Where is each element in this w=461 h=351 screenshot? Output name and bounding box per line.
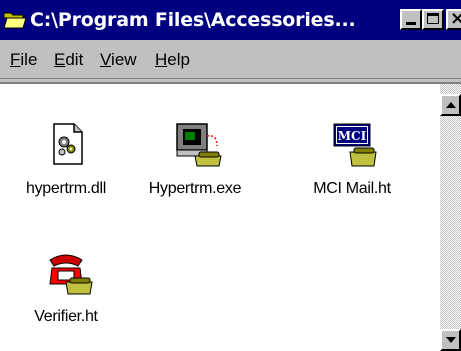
scroll-up-button[interactable] (440, 94, 461, 116)
file-list-pane[interactable]: hypertrm.dll Hypertrm.exe MCI MCI Mail.h… (0, 82, 461, 351)
file-name: MCI Mail.ht (313, 180, 391, 197)
close-icon: × (450, 8, 461, 29)
svg-text:MCI: MCI (338, 129, 367, 143)
file-name: Verifier.ht (34, 308, 98, 325)
menu-help[interactable]: Help (155, 50, 190, 70)
red-telephone-connection-icon (46, 250, 93, 295)
file-item-mci-mail[interactable]: MCI MCI Mail.ht (292, 122, 412, 212)
menu-file[interactable]: File (10, 50, 37, 70)
arrow-down-icon (446, 337, 456, 343)
maximize-icon (427, 13, 439, 24)
vertical-scrollbar[interactable] (440, 84, 461, 351)
minimize-button[interactable] (400, 9, 422, 30)
menu-view-rest: iew (111, 50, 137, 69)
menu-help-rest: elp (167, 50, 190, 69)
maximize-button[interactable] (422, 9, 444, 30)
arrow-up-icon (446, 102, 456, 108)
scroll-down-button[interactable] (440, 329, 461, 351)
file-name: Hypertrm.exe (148, 180, 242, 197)
file-item-hypertrm-dll[interactable]: hypertrm.dll (6, 122, 126, 212)
file-item-verifier[interactable]: Verifier.ht (6, 250, 126, 340)
close-button[interactable]: × (446, 8, 461, 30)
hyperterminal-computer-phone-icon (175, 122, 222, 167)
mci-mail-connection-icon: MCI (332, 122, 377, 167)
minimize-icon (406, 22, 416, 25)
menu-file-rest: ile (20, 50, 38, 69)
folder-open-icon (3, 10, 27, 30)
menu-edit[interactable]: Edit (54, 50, 83, 70)
dll-gear-document-icon (46, 122, 90, 166)
menu-edit-rest: dit (65, 50, 84, 69)
explorer-window: C:\Program Files\Accessories... × File E… (0, 0, 461, 351)
title-bar[interactable]: C:\Program Files\Accessories... × (0, 0, 461, 40)
menu-view[interactable]: View (100, 50, 137, 70)
menu-bar: File Edit View Help (0, 42, 461, 79)
file-name: hypertrm.dll (26, 180, 106, 197)
file-item-hypertrm-exe[interactable]: Hypertrm.exe (135, 122, 255, 212)
window-title: C:\Program Files\Accessories... (30, 9, 356, 31)
